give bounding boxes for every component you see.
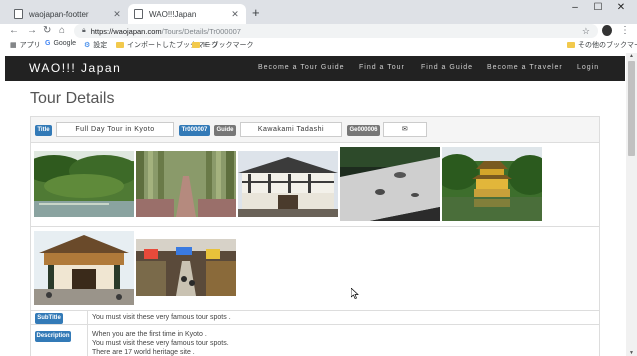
close-tab-icon[interactable]: ✕ xyxy=(112,9,122,20)
browser-toolbar: ← → ↻ ⌂ 🔒︎ https://waojapan.com/Tours/De… xyxy=(0,24,637,38)
guide-id-badge: Ge000006 xyxy=(347,125,380,136)
menu-kebab-icon[interactable]: ⋮ xyxy=(620,24,630,38)
site-navbar: WAO!!! Japan Become a Tour Guide Find a … xyxy=(5,56,625,81)
bookmark-apps[interactable]: ▦ アプリ xyxy=(10,40,41,50)
temple-gate-photo[interactable] xyxy=(34,231,134,305)
bookmark-settings[interactable]: ⚙ 設定 xyxy=(84,40,107,50)
description-row: Description When you are the first time … xyxy=(31,325,599,356)
bookmark-star-icon[interactable]: ☆ xyxy=(582,24,590,38)
browser-tab-strip: waojapan-footter ✕ WAO!!!Japan ✕ + – ☐ ✕ xyxy=(0,0,637,24)
row-divider xyxy=(87,325,88,356)
nav-find-guide[interactable]: Find a Guide xyxy=(421,64,473,71)
url-path: /Tours/Details/Tr000007 xyxy=(161,26,241,36)
back-arrow-icon[interactable]: ← xyxy=(9,24,19,38)
page-icon xyxy=(134,9,143,19)
lock-icon: 🔒︎ xyxy=(82,27,86,34)
guide-value[interactable]: Kawakami Tadashi xyxy=(240,122,342,137)
bookmarks-bar: ▦ アプリ G Google ⚙ 設定 インポートしたブックマーク IE ブック… xyxy=(0,38,637,53)
nav-become-tour-guide[interactable]: Become a Tour Guide xyxy=(258,64,345,71)
scrollbar-thumb[interactable] xyxy=(628,61,635,156)
bookmark-ie[interactable]: IE ブックマーク xyxy=(192,40,254,50)
subtitle-label: SubTitle xyxy=(35,313,63,324)
home-icon[interactable]: ⌂ xyxy=(59,24,65,38)
bamboo-forest-photo[interactable] xyxy=(136,151,236,217)
nav-become-traveler[interactable]: Become a Traveler xyxy=(487,64,563,71)
bookmark-other[interactable]: その他のブックマーク xyxy=(567,40,637,50)
tour-header-row: Title Full Day Tour in Kyoto Tr000007 Gu… xyxy=(31,117,599,143)
bookmark-label: IE ブックマーク xyxy=(203,42,254,49)
close-window-button[interactable]: ✕ xyxy=(610,2,632,13)
mail-button[interactable]: ✉ xyxy=(383,122,427,137)
nav-find-tour[interactable]: Find a Tour xyxy=(359,64,405,71)
description-label: Description xyxy=(35,331,71,342)
google-icon: G xyxy=(45,40,51,47)
minimize-button[interactable]: – xyxy=(564,2,586,13)
new-tab-button[interactable]: + xyxy=(252,5,260,20)
shopping-arcade-photo[interactable] xyxy=(136,239,236,296)
bookmark-google[interactable]: G Google xyxy=(45,40,76,47)
page-icon xyxy=(14,9,23,19)
page-title: Tour Details xyxy=(30,90,115,107)
mouse-cursor-icon xyxy=(351,288,359,299)
mail-icon: ✉ xyxy=(401,126,409,133)
subtitle-text: You must visit these very famous tour sp… xyxy=(92,314,231,321)
scroll-up-icon[interactable]: ▲ xyxy=(626,53,637,59)
folder-icon xyxy=(567,42,575,48)
bookmark-label: Google xyxy=(53,40,77,47)
scroll-down-icon[interactable]: ▼ xyxy=(626,350,637,356)
subtitle-row: SubTitle You must visit these very famou… xyxy=(31,311,599,325)
tour-id-badge: Tr000007 xyxy=(179,125,210,136)
title-value: Full Day Tour in Kyoto xyxy=(56,122,174,137)
folder-icon xyxy=(192,42,200,48)
photo-gallery-row xyxy=(31,227,599,311)
golden-pavilion-photo[interactable] xyxy=(442,147,542,221)
close-tab-icon[interactable]: ✕ xyxy=(230,9,240,20)
tab-title: waojapan-footter xyxy=(29,9,89,19)
address-bar[interactable]: 🔒︎ https://waojapan.com/Tours/Details/Tr… xyxy=(74,24,598,38)
description-line: When you are the first time in Kyoto . xyxy=(92,331,207,338)
page-scrollbar[interactable]: ▲ ▼ xyxy=(626,53,637,356)
profile-avatar[interactable] xyxy=(602,25,612,36)
nav-login[interactable]: Login xyxy=(577,64,599,71)
garden-pond-photo[interactable] xyxy=(34,151,134,217)
description-line: There are 17 world heritage site . xyxy=(92,349,195,356)
forward-arrow-icon[interactable]: → xyxy=(27,24,37,38)
browser-tab-footer[interactable]: waojapan-footter ✕ xyxy=(8,4,128,24)
row-divider xyxy=(87,311,88,324)
site-brand[interactable]: WAO!!! Japan xyxy=(29,61,121,75)
bookmark-label: アプリ xyxy=(19,42,41,49)
bookmark-label: 設定 xyxy=(93,42,108,49)
castle-building-photo[interactable] xyxy=(238,151,338,217)
maximize-button[interactable]: ☐ xyxy=(587,2,609,13)
apps-grid-icon: ▦ xyxy=(10,42,17,49)
rock-garden-photo[interactable] xyxy=(340,147,440,221)
folder-icon xyxy=(116,42,124,48)
description-line: You must visit these very famous tour sp… xyxy=(92,340,229,347)
tour-details-panel: Title Full Day Tour in Kyoto Tr000007 Gu… xyxy=(30,116,600,356)
tab-title: WAO!!!Japan xyxy=(149,9,197,19)
browser-tab-waojapan[interactable]: WAO!!!Japan ✕ xyxy=(128,4,246,24)
guide-label: Guide xyxy=(214,125,236,136)
reload-icon[interactable]: ↻ xyxy=(43,24,51,38)
gear-icon: ⚙ xyxy=(84,42,91,49)
photo-gallery-row xyxy=(31,143,599,227)
url-host: https://waojapan.com xyxy=(90,26,162,36)
bookmark-label: その他のブックマーク xyxy=(578,42,637,49)
title-label: Title xyxy=(35,125,52,136)
